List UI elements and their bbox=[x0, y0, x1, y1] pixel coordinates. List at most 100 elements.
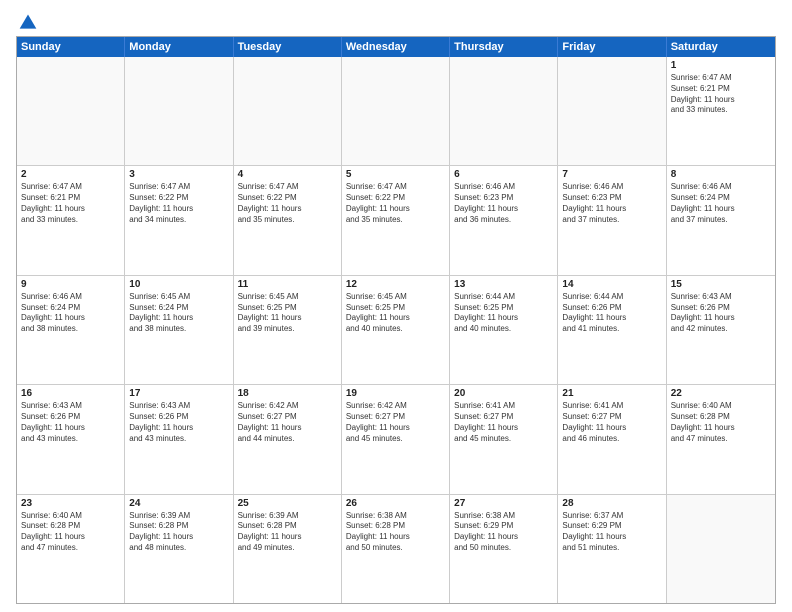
cell-content: Sunrise: 6:40 AM Sunset: 6:28 PM Dayligh… bbox=[671, 401, 771, 444]
calendar-cell bbox=[667, 495, 775, 603]
calendar-row: 16 Sunrise: 6:43 AM Sunset: 6:26 PM Dayli… bbox=[17, 384, 775, 493]
calendar-row: 9 Sunrise: 6:46 AM Sunset: 6:24 PM Daylig… bbox=[17, 275, 775, 384]
calendar-cell: 14 Sunrise: 6:44 AM Sunset: 6:26 PM Dayli… bbox=[558, 276, 666, 384]
calendar-cell: 23Sunrise: 6:40 AM Sunset: 6:28 PM Dayli… bbox=[17, 495, 125, 603]
cell-content: Sunrise: 6:45 AM Sunset: 6:25 PM Dayligh… bbox=[238, 292, 337, 335]
calendar-cell: 16 Sunrise: 6:43 AM Sunset: 6:26 PM Dayli… bbox=[17, 385, 125, 493]
day-number: 23 bbox=[21, 498, 120, 509]
calendar-cell: 27 Sunrise: 6:38 AM Sunset: 6:29 PM Dayli… bbox=[450, 495, 558, 603]
cell-content: Sunrise: 6:41 AM Sunset: 6:27 PM Dayligh… bbox=[454, 401, 553, 444]
calendar-body: 1Sunrise: 6:47 AM Sunset: 6:21 PM Daylig… bbox=[17, 57, 775, 603]
cell-content: Sunrise: 6:37 AM Sunset: 6:29 PM Dayligh… bbox=[562, 511, 661, 554]
calendar-header-cell: Tuesday bbox=[234, 37, 342, 57]
calendar-cell: 21 Sunrise: 6:41 AM Sunset: 6:27 PM Dayli… bbox=[558, 385, 666, 493]
calendar-cell bbox=[450, 57, 558, 165]
calendar-cell: 10 Sunrise: 6:45 AM Sunset: 6:24 PM Dayli… bbox=[125, 276, 233, 384]
calendar-cell: 8 Sunrise: 6:46 AM Sunset: 6:24 PM Daylig… bbox=[667, 166, 775, 274]
day-number: 11 bbox=[238, 279, 337, 290]
day-number: 10 bbox=[129, 279, 228, 290]
cell-content: Sunrise: 6:41 AM Sunset: 6:27 PM Dayligh… bbox=[562, 401, 661, 444]
cell-content: Sunrise: 6:47 AM Sunset: 6:22 PM Dayligh… bbox=[238, 182, 337, 225]
header bbox=[16, 12, 776, 30]
day-number: 17 bbox=[129, 388, 228, 399]
cell-content: Sunrise: 6:43 AM Sunset: 6:26 PM Dayligh… bbox=[21, 401, 120, 444]
day-number: 14 bbox=[562, 279, 661, 290]
calendar-header-cell: Saturday bbox=[667, 37, 775, 57]
day-number: 16 bbox=[21, 388, 120, 399]
cell-content: Sunrise: 6:46 AM Sunset: 6:24 PM Dayligh… bbox=[671, 182, 771, 225]
day-number: 9 bbox=[21, 279, 120, 290]
page: SundayMondayTuesdayWednesdayThursdayFrid… bbox=[0, 0, 792, 612]
calendar-cell: 24 Sunrise: 6:39 AM Sunset: 6:28 PM Dayli… bbox=[125, 495, 233, 603]
cell-content: Sunrise: 6:38 AM Sunset: 6:28 PM Dayligh… bbox=[346, 511, 445, 554]
calendar-cell: 3Sunrise: 6:47 AM Sunset: 6:22 PM Daylig… bbox=[125, 166, 233, 274]
calendar: SundayMondayTuesdayWednesdayThursdayFrid… bbox=[16, 36, 776, 604]
day-number: 19 bbox=[346, 388, 445, 399]
cell-content: Sunrise: 6:46 AM Sunset: 6:23 PM Dayligh… bbox=[454, 182, 553, 225]
cell-content: Sunrise: 6:47 AM Sunset: 6:21 PM Dayligh… bbox=[671, 73, 771, 116]
calendar-cell: 11 Sunrise: 6:45 AM Sunset: 6:25 PM Dayli… bbox=[234, 276, 342, 384]
day-number: 2 bbox=[21, 169, 120, 180]
day-number: 21 bbox=[562, 388, 661, 399]
day-number: 20 bbox=[454, 388, 553, 399]
calendar-cell: 5 Sunrise: 6:47 AM Sunset: 6:22 PM Daylig… bbox=[342, 166, 450, 274]
cell-content: Sunrise: 6:42 AM Sunset: 6:27 PM Dayligh… bbox=[346, 401, 445, 444]
calendar-cell: 15 Sunrise: 6:43 AM Sunset: 6:26 PM Dayli… bbox=[667, 276, 775, 384]
calendar-cell: 19 Sunrise: 6:42 AM Sunset: 6:27 PM Dayli… bbox=[342, 385, 450, 493]
calendar-cell: 17 Sunrise: 6:43 AM Sunset: 6:26 PM Dayli… bbox=[125, 385, 233, 493]
calendar-cell: 12 Sunrise: 6:45 AM Sunset: 6:25 PM Dayli… bbox=[342, 276, 450, 384]
day-number: 28 bbox=[562, 498, 661, 509]
calendar-header-cell: Sunday bbox=[17, 37, 125, 57]
day-number: 18 bbox=[238, 388, 337, 399]
calendar-cell bbox=[558, 57, 666, 165]
calendar-header-cell: Thursday bbox=[450, 37, 558, 57]
day-number: 25 bbox=[238, 498, 337, 509]
calendar-header-row: SundayMondayTuesdayWednesdayThursdayFrid… bbox=[17, 37, 775, 57]
calendar-cell: 26 Sunrise: 6:38 AM Sunset: 6:28 PM Dayli… bbox=[342, 495, 450, 603]
cell-content: Sunrise: 6:39 AM Sunset: 6:28 PM Dayligh… bbox=[129, 511, 228, 554]
cell-content: Sunrise: 6:45 AM Sunset: 6:24 PM Dayligh… bbox=[129, 292, 228, 335]
cell-content: Sunrise: 6:46 AM Sunset: 6:24 PM Dayligh… bbox=[21, 292, 120, 335]
calendar-cell bbox=[17, 57, 125, 165]
calendar-cell: 2 Sunrise: 6:47 AM Sunset: 6:21 PM Daylig… bbox=[17, 166, 125, 274]
day-number: 12 bbox=[346, 279, 445, 290]
calendar-cell bbox=[125, 57, 233, 165]
calendar-cell: 1Sunrise: 6:47 AM Sunset: 6:21 PM Daylig… bbox=[667, 57, 775, 165]
cell-content: Sunrise: 6:47 AM Sunset: 6:22 PM Dayligh… bbox=[129, 182, 228, 225]
day-number: 27 bbox=[454, 498, 553, 509]
calendar-row: 1Sunrise: 6:47 AM Sunset: 6:21 PM Daylig… bbox=[17, 57, 775, 165]
calendar-cell: 4 Sunrise: 6:47 AM Sunset: 6:22 PM Daylig… bbox=[234, 166, 342, 274]
cell-content: Sunrise: 6:44 AM Sunset: 6:26 PM Dayligh… bbox=[562, 292, 661, 335]
cell-content: Sunrise: 6:43 AM Sunset: 6:26 PM Dayligh… bbox=[129, 401, 228, 444]
logo bbox=[16, 12, 38, 30]
calendar-cell: 7Sunrise: 6:46 AM Sunset: 6:23 PM Daylig… bbox=[558, 166, 666, 274]
calendar-cell: 20 Sunrise: 6:41 AM Sunset: 6:27 PM Dayli… bbox=[450, 385, 558, 493]
calendar-cell: 22 Sunrise: 6:40 AM Sunset: 6:28 PM Dayli… bbox=[667, 385, 775, 493]
cell-content: Sunrise: 6:45 AM Sunset: 6:25 PM Dayligh… bbox=[346, 292, 445, 335]
calendar-header-cell: Monday bbox=[125, 37, 233, 57]
cell-content: Sunrise: 6:38 AM Sunset: 6:29 PM Dayligh… bbox=[454, 511, 553, 554]
day-number: 22 bbox=[671, 388, 771, 399]
day-number: 13 bbox=[454, 279, 553, 290]
calendar-cell: 13 Sunrise: 6:44 AM Sunset: 6:25 PM Dayli… bbox=[450, 276, 558, 384]
day-number: 4 bbox=[238, 169, 337, 180]
calendar-row: 23Sunrise: 6:40 AM Sunset: 6:28 PM Dayli… bbox=[17, 494, 775, 603]
cell-content: Sunrise: 6:42 AM Sunset: 6:27 PM Dayligh… bbox=[238, 401, 337, 444]
calendar-cell bbox=[342, 57, 450, 165]
cell-content: Sunrise: 6:43 AM Sunset: 6:26 PM Dayligh… bbox=[671, 292, 771, 335]
calendar-cell: 6Sunrise: 6:46 AM Sunset: 6:23 PM Daylig… bbox=[450, 166, 558, 274]
day-number: 26 bbox=[346, 498, 445, 509]
calendar-row: 2 Sunrise: 6:47 AM Sunset: 6:21 PM Daylig… bbox=[17, 165, 775, 274]
day-number: 24 bbox=[129, 498, 228, 509]
cell-content: Sunrise: 6:47 AM Sunset: 6:21 PM Dayligh… bbox=[21, 182, 120, 225]
logo-icon bbox=[18, 12, 38, 32]
day-number: 15 bbox=[671, 279, 771, 290]
cell-content: Sunrise: 6:47 AM Sunset: 6:22 PM Dayligh… bbox=[346, 182, 445, 225]
day-number: 5 bbox=[346, 169, 445, 180]
calendar-cell bbox=[234, 57, 342, 165]
calendar-header-cell: Friday bbox=[558, 37, 666, 57]
day-number: 8 bbox=[671, 169, 771, 180]
calendar-cell: 28 Sunrise: 6:37 AM Sunset: 6:29 PM Dayli… bbox=[558, 495, 666, 603]
cell-content: Sunrise: 6:44 AM Sunset: 6:25 PM Dayligh… bbox=[454, 292, 553, 335]
calendar-cell: 9 Sunrise: 6:46 AM Sunset: 6:24 PM Daylig… bbox=[17, 276, 125, 384]
